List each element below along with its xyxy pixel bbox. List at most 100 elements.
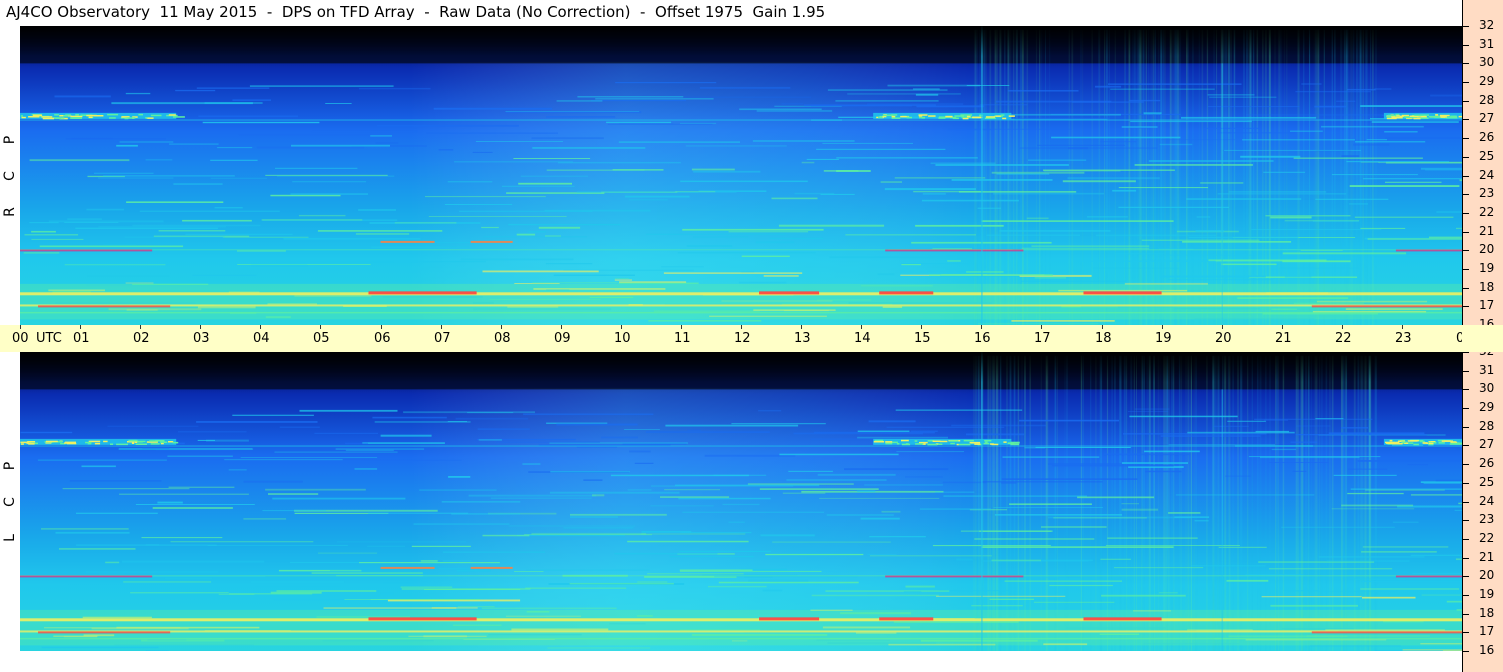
daytime-striation	[1010, 29, 1012, 325]
speckle-line	[601, 436, 638, 439]
time-tick-mark	[921, 325, 922, 329]
daytime-striation	[1262, 29, 1264, 325]
band-27mhz-speckle	[1451, 442, 1458, 445]
speckle-line	[265, 174, 388, 176]
daytime-striation	[1095, 355, 1097, 651]
speckle-line	[318, 552, 378, 554]
band-27mhz-speckle	[891, 117, 901, 119]
daytime-striation	[986, 29, 987, 325]
speckle-line	[919, 508, 991, 510]
speckle-line	[1346, 161, 1450, 163]
daytime-striation	[1187, 355, 1189, 651]
speckle-line	[864, 484, 943, 486]
daytime-striation	[1193, 355, 1195, 651]
band-27mhz-line	[20, 119, 1462, 121]
speckle-line	[483, 236, 588, 238]
daytime-striation	[1318, 29, 1320, 325]
daytime-striation	[982, 355, 984, 651]
band-27mhz-speckle	[28, 116, 40, 118]
speckle-line	[377, 124, 519, 127]
speckle-line	[1043, 169, 1175, 171]
speckle-line	[1226, 579, 1269, 582]
speckle-line	[1143, 112, 1162, 115]
speckle-line	[145, 544, 160, 546]
speckle-line	[1121, 508, 1159, 511]
speckle-line	[835, 100, 939, 102]
daytime-striation	[1040, 355, 1042, 651]
speckle-line	[71, 137, 113, 140]
daytime-striation	[1206, 29, 1208, 325]
daytime-striation	[1357, 29, 1360, 325]
daytime-striation	[1180, 355, 1183, 651]
speckle-line	[261, 219, 363, 221]
speckle-line	[1242, 139, 1355, 141]
speckle-line	[531, 532, 647, 535]
daytime-striation	[1017, 355, 1020, 651]
band-27mhz-speckle	[135, 443, 147, 445]
speckle-line	[41, 528, 129, 530]
speckle-line	[618, 141, 740, 143]
speckle-line	[508, 525, 636, 527]
speckle-line	[915, 224, 1004, 227]
speckle-line	[929, 274, 1053, 276]
speckle-line	[1321, 125, 1424, 128]
daytime-striation	[1313, 29, 1315, 325]
speckle-line	[905, 476, 943, 478]
speckle-line	[538, 226, 581, 229]
speckle-line	[663, 272, 803, 274]
daytime-striation	[1215, 355, 1218, 651]
speckle-line	[1134, 164, 1253, 166]
speckle-line	[1004, 580, 1122, 582]
speckle-line	[1174, 516, 1210, 518]
daytime-striation	[1174, 29, 1177, 325]
speckle-line	[966, 433, 1025, 436]
time-tick-mark	[801, 325, 802, 329]
band-27mhz-speckle	[901, 439, 909, 442]
band-27mhz-speckle	[984, 440, 992, 442]
speckle-line	[1209, 96, 1277, 98]
speckle-line	[983, 560, 1089, 562]
speckle-line	[371, 246, 470, 248]
speckle-line	[1284, 276, 1312, 278]
speckle-line	[1051, 465, 1174, 467]
speckle-line	[1392, 521, 1419, 523]
daytime-striation	[1353, 355, 1356, 651]
speckle-line	[614, 552, 718, 555]
speckle-line	[825, 590, 950, 592]
daytime-striation	[1300, 355, 1302, 651]
daytime-striation	[1144, 355, 1145, 651]
speckle-line	[1430, 94, 1462, 97]
daytime-striation	[1213, 29, 1216, 325]
frequency-tick-mark	[1462, 502, 1469, 503]
speckle-line	[1370, 254, 1462, 257]
speckle-line	[67, 218, 102, 220]
speckle-line	[270, 194, 341, 197]
band-27mhz-speckle	[27, 441, 36, 443]
daytime-striation	[1370, 355, 1372, 651]
speckle-line	[206, 439, 249, 442]
speckle-line	[556, 423, 638, 426]
speckle-line	[781, 103, 804, 105]
band-27mhz-speckle	[956, 443, 959, 446]
line-17mhz	[20, 304, 1462, 307]
speckle-line	[433, 107, 553, 110]
speckle-line	[1021, 247, 1150, 250]
speckle-line	[1331, 174, 1418, 176]
time-tick-mark	[20, 325, 21, 329]
speckle-line	[1142, 259, 1219, 261]
speckle-line	[468, 494, 597, 497]
frequency-tick-mark	[1462, 427, 1469, 428]
speckle-line	[103, 243, 137, 245]
band-27mhz-speckle	[1410, 439, 1419, 442]
speckle-line	[1107, 537, 1198, 539]
speckle-line	[905, 585, 935, 588]
speckle-line	[669, 555, 754, 558]
speckle-line	[618, 282, 699, 284]
speckle-line	[979, 104, 1028, 106]
daytime-striation	[1247, 355, 1249, 651]
speckle-line	[627, 540, 749, 543]
frequency-axis-gap	[1462, 325, 1503, 352]
band-27mhz-speckle	[42, 117, 55, 120]
speckle-line	[1246, 114, 1387, 116]
speckle-line	[175, 89, 216, 92]
